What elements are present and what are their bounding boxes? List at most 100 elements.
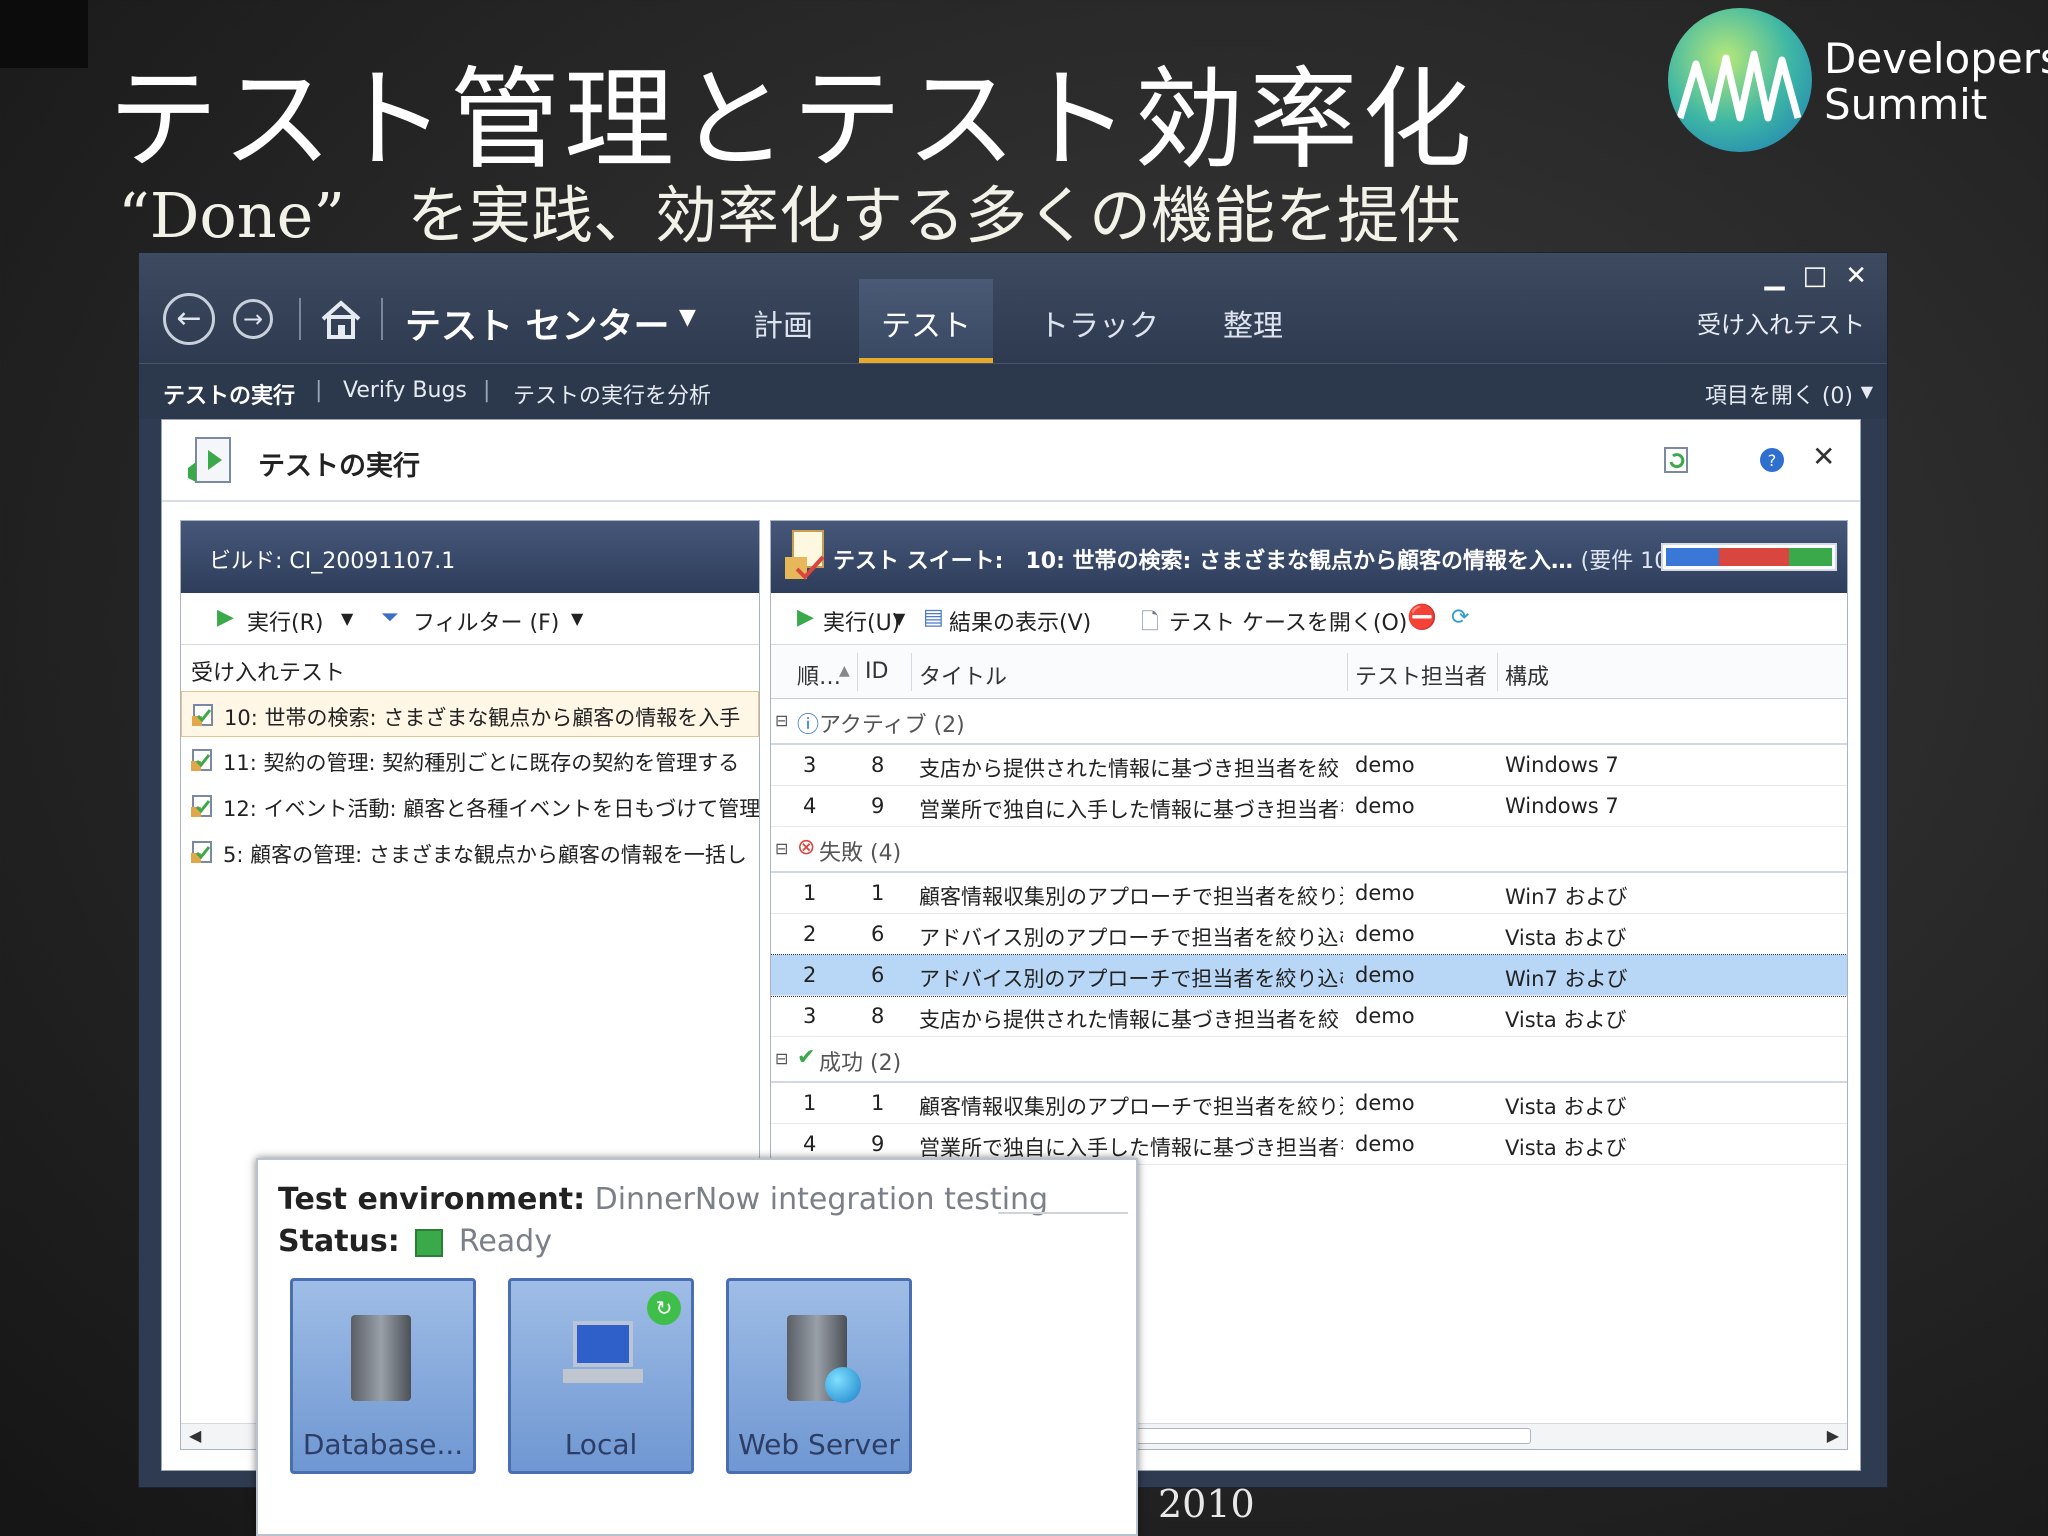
minimize-button[interactable]: ▁ bbox=[1765, 261, 1785, 291]
sub-navigation: テストの実行 | Verify Bugs | テストの実行を分析 項目を開く (… bbox=[139, 363, 1887, 419]
table-row-selected[interactable]: 2 6 アドバイス別のアプローチで担当者を絞り込む demo Win7 および bbox=[771, 954, 1847, 997]
group-label: 失敗 (4) bbox=[819, 841, 902, 866]
subnav-run-tests[interactable]: テストの実行 bbox=[163, 378, 295, 410]
tree-item-label: 11: 契約の管理: 契約種別ごとに既存の契約を管理する bbox=[223, 751, 740, 775]
tab-plan[interactable]: 計画 bbox=[753, 301, 813, 345]
machine-web-server[interactable]: Web Server bbox=[726, 1278, 912, 1474]
run-play-icon[interactable]: ▶ bbox=[217, 605, 234, 630]
block-icon[interactable]: ⛔ bbox=[1407, 603, 1437, 631]
cell-tester: demo bbox=[1355, 794, 1415, 818]
scroll-thumb[interactable] bbox=[1111, 1428, 1531, 1444]
column-id[interactable]: ID bbox=[865, 659, 888, 684]
cell-title: 支店から提供された情報に基づき担当者を絞り込む (販… bbox=[919, 757, 1343, 781]
tab-organize[interactable]: 整理 bbox=[1223, 301, 1283, 345]
table-row[interactable]: 3 8 支店から提供された情報に基づき担当者を絞り込む (販… demo Vis… bbox=[771, 996, 1847, 1037]
column-order[interactable]: 順… bbox=[797, 659, 841, 691]
collapse-icon[interactable]: ⊟ bbox=[775, 711, 788, 730]
cell-title: 営業所で独自に入手した情報に基づき担当者を絞り込む… bbox=[919, 798, 1343, 822]
logo-text: Developers Summit bbox=[1824, 36, 2048, 128]
cell-tester: demo bbox=[1355, 753, 1415, 777]
column-title[interactable]: タイトル bbox=[919, 659, 1007, 691]
subnav-separator: | bbox=[315, 378, 323, 403]
group-active[interactable]: ⊟ ⓘ アクティブ (2) bbox=[771, 699, 1847, 745]
open-items-dropdown[interactable]: 項目を開く (0) bbox=[1705, 378, 1853, 410]
filter-icon[interactable]: ⏷ bbox=[381, 605, 399, 630]
tab-track[interactable]: トラック bbox=[1039, 301, 1159, 345]
app-switch-dropdown-icon[interactable]: ▼ bbox=[679, 305, 696, 330]
cell-configuration: Win7 および bbox=[1505, 885, 1628, 909]
scroll-right-icon[interactable]: ▶ bbox=[1827, 1426, 1839, 1445]
cell-tester: demo bbox=[1355, 963, 1415, 987]
table-row[interactable]: 2 6 アドバイス別のアプローチで担当者を絞り込む demo Vista および bbox=[771, 914, 1847, 955]
run-dropdown-icon[interactable]: ▼ bbox=[341, 609, 353, 628]
ready-status-icon bbox=[415, 1228, 444, 1257]
table-row[interactable]: 1 1 顧客情報収集別のアプローチで担当者を絞り込む demo Win7 および bbox=[771, 873, 1847, 914]
show-results-button[interactable]: 結果の表示(V) bbox=[949, 605, 1091, 637]
cell-configuration: Vista および bbox=[1505, 926, 1627, 950]
machine-database[interactable]: Database... bbox=[290, 1278, 476, 1474]
corner-block bbox=[0, 0, 88, 68]
tree-item-suite-10[interactable]: 10: 世帯の検索: さまざまな観点から顧客の情報を入手 bbox=[181, 691, 759, 737]
acceptance-test-link[interactable]: 受け入れテスト bbox=[1697, 305, 1865, 340]
cell-title: 顧客情報収集別のアプローチで担当者を絞り込む bbox=[919, 885, 1343, 909]
cell-configuration: Win7 および bbox=[1505, 967, 1628, 991]
column-configuration[interactable]: 構成 bbox=[1505, 659, 1549, 691]
tree-item-label: 5: 顧客の管理: さまざまな観点から顧客の情報を一括し bbox=[223, 843, 747, 867]
column-divider bbox=[911, 653, 912, 691]
divider bbox=[998, 1212, 1128, 1214]
environment-value: DinnerNow integration testing bbox=[594, 1182, 1049, 1217]
filter-dropdown-icon[interactable]: ▼ bbox=[571, 609, 583, 628]
left-toolbar: ▶ 実行(R) ▼ ⏷ フィルター (F) ▼ bbox=[181, 593, 759, 645]
test-case-icon[interactable]: 🗋 bbox=[1141, 605, 1159, 643]
close-window-button[interactable]: ✕ bbox=[1845, 261, 1867, 291]
filter-button[interactable]: フィルター (F) bbox=[413, 605, 559, 637]
tree-root[interactable]: 受け入れテスト bbox=[181, 645, 759, 691]
forward-icon[interactable]: → bbox=[233, 299, 273, 339]
cell-order: 4 bbox=[803, 1132, 817, 1156]
database-server-icon bbox=[351, 1315, 411, 1401]
title-bar: ▁ □ ✕ ← → テスト センター ▼ 計画 テスト トラック 整理 受け入れ… bbox=[139, 253, 1887, 363]
open-items-chevron-icon[interactable]: ▼ bbox=[1861, 382, 1873, 401]
scroll-left-icon[interactable]: ◀ bbox=[189, 1426, 201, 1445]
local-computer-icon bbox=[563, 1321, 643, 1383]
tab-test[interactable]: テスト bbox=[859, 279, 993, 363]
tree-item-suite-5[interactable]: 5: 顧客の管理: さまざまな観点から顧客の情報を一括し bbox=[181, 829, 759, 875]
subnav-verify-bugs[interactable]: Verify Bugs bbox=[343, 378, 467, 403]
test-suite-icon bbox=[785, 530, 825, 580]
close-panel-icon[interactable]: ✕ bbox=[1812, 440, 1835, 473]
back-icon[interactable]: ← bbox=[163, 293, 215, 345]
progress-passed-segment bbox=[1788, 548, 1832, 566]
table-row[interactable]: 4 9 営業所で独自に入手した情報に基づき担当者を絞り込む… demo Wind… bbox=[771, 786, 1847, 827]
suite-icon bbox=[191, 795, 212, 817]
group-label: 成功 (2) bbox=[819, 1051, 902, 1076]
open-test-case-button[interactable]: テスト ケースを開く(O) bbox=[1169, 605, 1407, 637]
table-row[interactable]: 3 8 支店から提供された情報に基づき担当者を絞り込む (販… demo Win… bbox=[771, 745, 1847, 786]
cell-order: 2 bbox=[803, 922, 817, 946]
cell-tester: demo bbox=[1355, 1004, 1415, 1028]
cell-order: 3 bbox=[803, 753, 817, 777]
table-row[interactable]: 1 1 顧客情報収集別のアプローチで担当者を絞り込む demo Vista およ… bbox=[771, 1083, 1847, 1124]
collapse-icon[interactable]: ⊟ bbox=[775, 1049, 788, 1068]
tree-item-suite-11[interactable]: 11: 契約の管理: 契約種別ごとに既存の契約を管理する bbox=[181, 737, 759, 783]
help-icon[interactable]: ? bbox=[1758, 446, 1786, 474]
run-button[interactable]: 実行(R) bbox=[247, 605, 323, 637]
home-icon[interactable] bbox=[319, 297, 363, 341]
run-tests-button[interactable]: 実行(U) bbox=[823, 605, 900, 637]
progress-failed-segment bbox=[1719, 548, 1789, 566]
collapse-icon[interactable]: ⊟ bbox=[775, 839, 788, 858]
maximize-button[interactable]: □ bbox=[1803, 261, 1828, 291]
reset-icon[interactable]: ⟳ bbox=[1451, 605, 1469, 630]
column-tester[interactable]: テスト担当者 bbox=[1355, 659, 1487, 691]
group-failed[interactable]: ⊟ ⊗ 失敗 (4) bbox=[771, 827, 1847, 873]
subnav-analyze-runs[interactable]: テストの実行を分析 bbox=[513, 378, 711, 410]
window-controls: ▁ □ ✕ bbox=[1765, 261, 1867, 291]
developers-summit-logo: Developers Summit bbox=[1668, 8, 2048, 153]
group-passed[interactable]: ⊟ ✔ 成功 (2) bbox=[771, 1037, 1847, 1083]
refresh-icon[interactable] bbox=[1662, 446, 1690, 474]
run-play-icon[interactable]: ▶ bbox=[797, 605, 814, 630]
results-icon[interactable]: ▤ bbox=[923, 605, 944, 630]
nav-separator bbox=[299, 298, 301, 340]
tree-item-suite-12[interactable]: 12: イベント活動: 顧客と各種イベントを日もづけて管理 bbox=[181, 783, 759, 829]
run-dropdown-icon[interactable]: ▼ bbox=[893, 609, 905, 628]
machine-local[interactable]: ↻ Local bbox=[508, 1278, 694, 1474]
